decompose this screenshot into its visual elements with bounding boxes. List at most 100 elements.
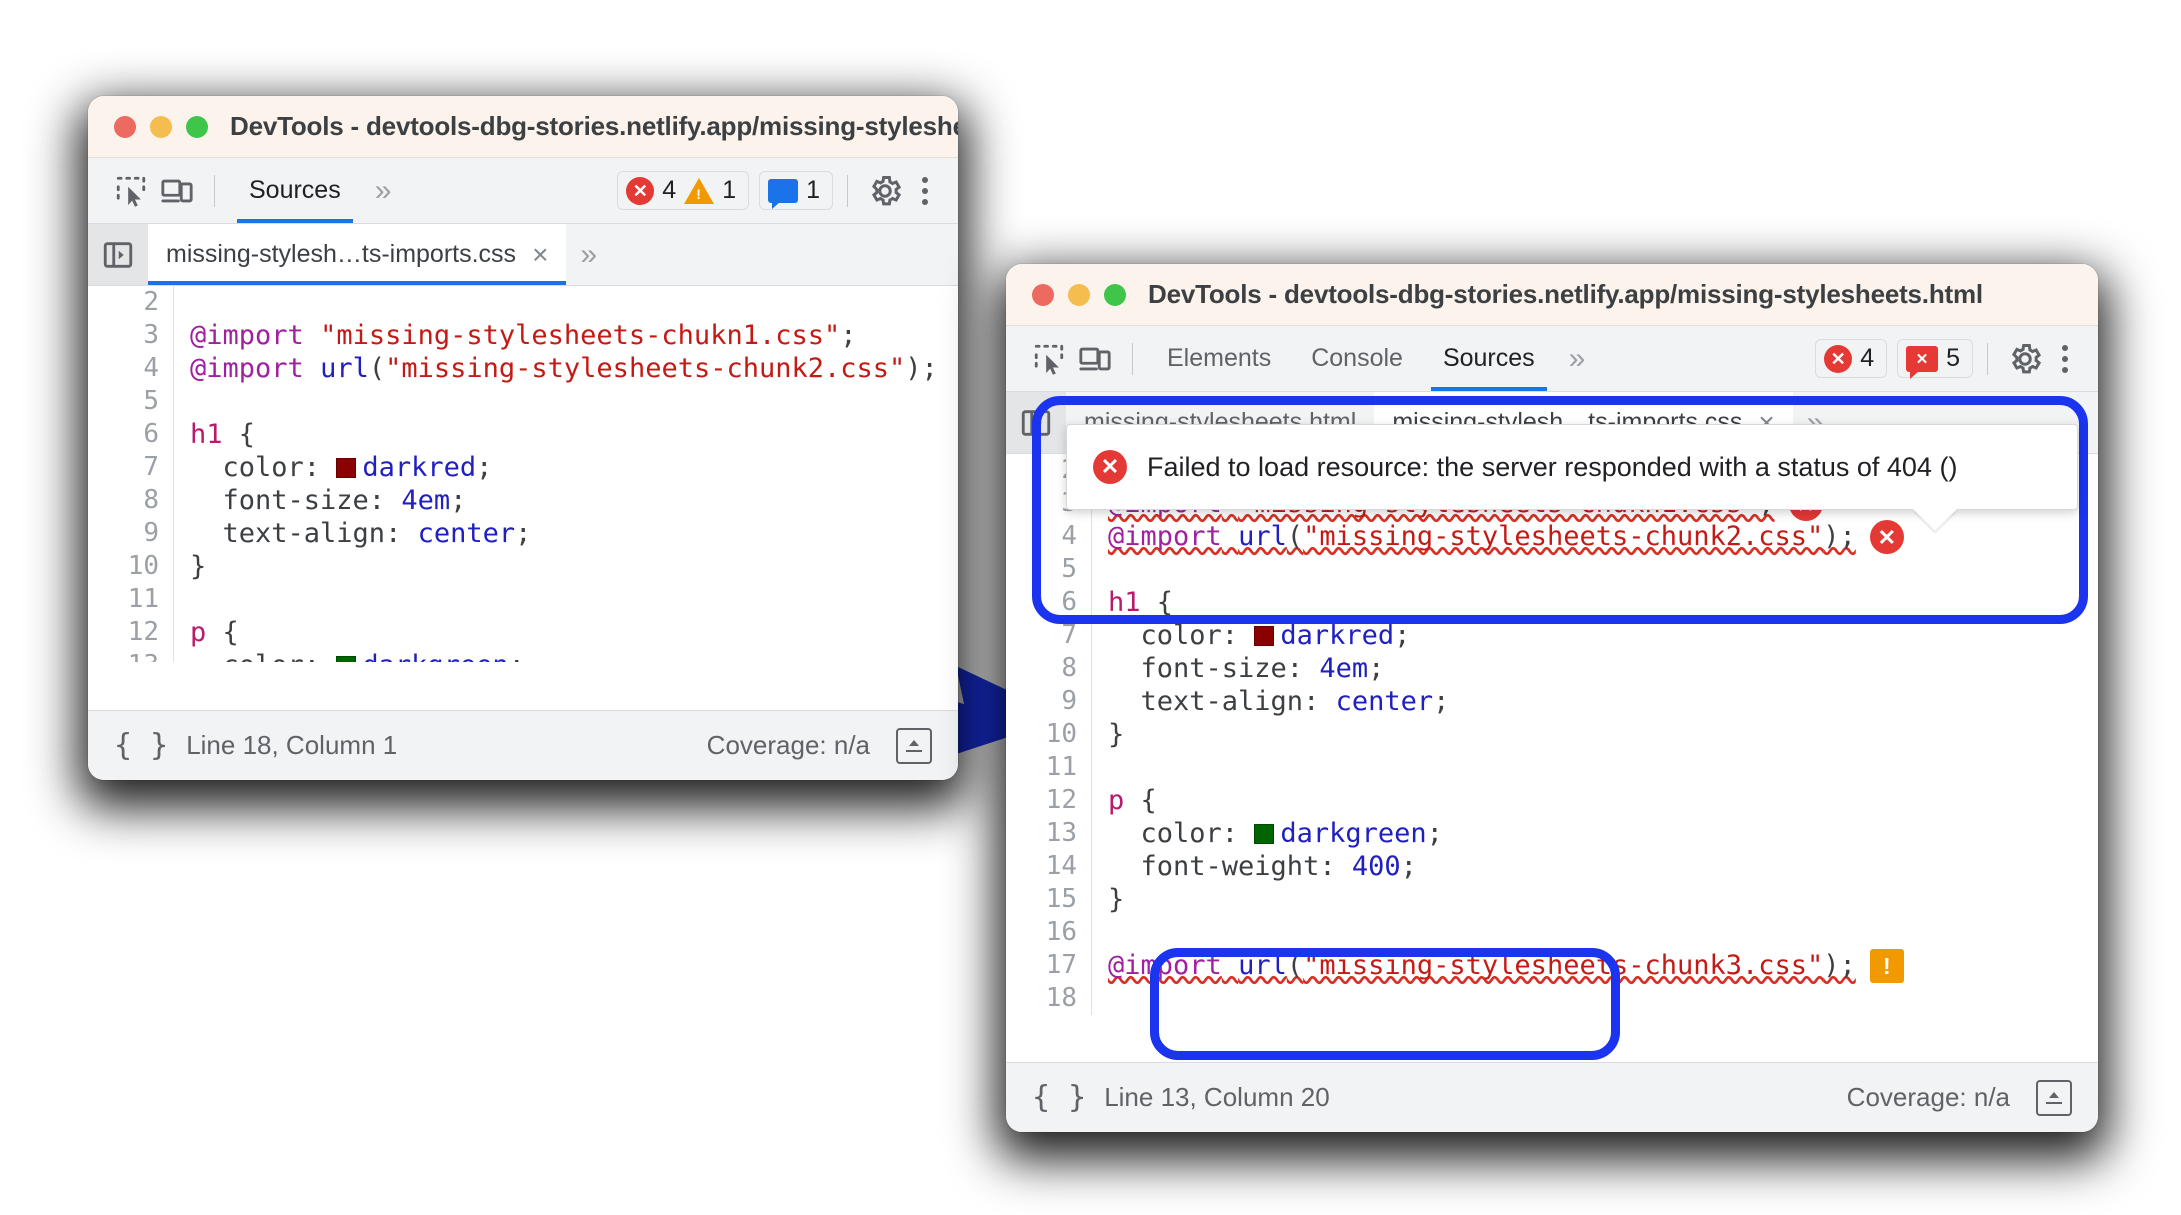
code-line-text[interactable]: h1 { — [190, 418, 255, 451]
code-line[interactable]: 15} — [1006, 883, 2098, 916]
show-navigator-icon[interactable] — [1006, 392, 1066, 453]
window1-issue-badges[interactable]: ✕ 4 1 1 — [617, 171, 833, 210]
close-window-button[interactable] — [114, 115, 136, 138]
error-warning-badge-group[interactable]: ✕ 4 1 — [617, 171, 750, 210]
code-token: 4em — [1319, 653, 1369, 684]
maximize-window-button[interactable] — [186, 115, 208, 138]
code-line[interactable]: 2 — [88, 286, 958, 319]
code-line[interactable]: 13 color: darkgreen; — [88, 649, 958, 662]
close-window-button[interactable] — [1032, 283, 1054, 306]
pretty-print-icon[interactable]: { } — [114, 728, 168, 763]
window2-traffic-lights[interactable] — [1032, 283, 1126, 306]
color-swatch-darkred[interactable] — [336, 458, 357, 478]
code-line[interactable]: 14 font-weight: 400; — [1006, 850, 2098, 883]
gear-icon[interactable] — [862, 168, 908, 214]
file-tab-imports-css[interactable]: missing-stylesh…ts-imports.css × — [148, 224, 567, 285]
code-line-text[interactable]: font-size: 4em; — [1108, 652, 1385, 685]
code-line[interactable]: 5 — [1006, 553, 2098, 586]
window1-code-editor[interactable]: 2 3 @import "missing-stylesheets-chukn1.cs… — [88, 286, 958, 662]
inspect-element-icon[interactable] — [108, 168, 154, 214]
code-line-text[interactable]: color: darkgreen; — [1108, 817, 1443, 850]
code-line[interactable]: 3 @import "missing-stylesheets-chukn1.css… — [88, 319, 958, 352]
code-line-text[interactable]: color: darkred; — [1108, 619, 1411, 652]
message-badge[interactable]: 1 — [759, 171, 833, 210]
color-swatch-darkred[interactable] — [1254, 626, 1275, 646]
code-line-text[interactable]: } — [1108, 718, 1124, 751]
code-line[interactable]: 6 h1 { — [88, 418, 958, 451]
code-line[interactable]: 18 — [1006, 982, 2098, 1015]
tab-sources[interactable]: Sources — [1423, 326, 1555, 391]
code-line[interactable]: 16 — [1006, 916, 2098, 949]
code-line-text[interactable]: p { — [1108, 784, 1157, 817]
code-line[interactable]: 17 @import url("missing-stylesheets-chunk… — [1006, 949, 2098, 983]
inline-error-icon[interactable]: ✕ — [1869, 520, 1904, 554]
inline-warning-icon[interactable]: ! — [1869, 949, 1904, 983]
code-line[interactable]: 11 — [88, 583, 958, 616]
code-line-text[interactable]: p { — [190, 616, 239, 649]
code-line[interactable]: 8 font-size: 4em; — [1006, 652, 2098, 685]
more-panels-icon[interactable]: » — [361, 175, 406, 206]
devtools-window-before[interactable]: DevTools - devtools-dbg-stories.netlify.… — [88, 96, 958, 780]
gear-icon[interactable] — [2002, 336, 2048, 382]
code-line[interactable]: 7 color: darkred; — [1006, 619, 2098, 652]
tab-console[interactable]: Console — [1291, 326, 1423, 391]
kebab-icon[interactable] — [908, 176, 942, 205]
close-icon[interactable]: × — [532, 240, 548, 269]
device-toolbar-icon[interactable] — [154, 168, 200, 214]
drawer-toggle-icon[interactable] — [2036, 1079, 2072, 1116]
code-token: ; — [476, 452, 493, 483]
code-line-text[interactable]: font-size: 4em; — [190, 484, 467, 517]
window2-panel-tabs[interactable]: Elements Console Sources » — [1147, 326, 1599, 391]
code-line[interactable]: 10} — [1006, 718, 2098, 751]
code-line-text[interactable]: } — [1108, 883, 1124, 916]
tab-elements[interactable]: Elements — [1147, 326, 1291, 391]
window2-code-editor[interactable]: 23@import "missing-stylesheets-chukn1.cs… — [1006, 454, 2098, 1052]
code-line-text[interactable]: @import "missing-stylesheets-chukn1.css"… — [190, 319, 857, 352]
color-swatch-darkgreen[interactable] — [1254, 824, 1275, 844]
code-line[interactable]: 5 — [88, 385, 958, 418]
code-line-text[interactable]: color: darkred; — [190, 451, 493, 484]
code-token: } — [1108, 884, 1125, 915]
color-swatch-darkgreen[interactable] — [336, 656, 357, 662]
code-line-text[interactable]: font-weight: 400; — [1108, 850, 1417, 883]
code-line[interactable]: 7 color: darkred; — [88, 451, 958, 484]
code-line-text[interactable]: text-align: center; — [1108, 685, 1450, 718]
code-line-text[interactable]: h1 { — [1108, 586, 1173, 619]
maximize-window-button[interactable] — [1104, 283, 1126, 306]
code-line[interactable]: 10} — [88, 550, 958, 583]
code-line[interactable]: 13 color: darkgreen; — [1006, 817, 2098, 850]
code-line[interactable]: 4 @import url("missing-stylesheets-chunk2… — [88, 352, 958, 385]
minimize-window-button[interactable] — [1068, 283, 1090, 306]
devtools-window-after[interactable]: DevTools - devtools-dbg-stories.netlify.… — [1006, 264, 2098, 1132]
code-line[interactable]: 8 font-size: 4em; — [88, 484, 958, 517]
drawer-toggle-icon[interactable] — [896, 727, 932, 764]
code-line[interactable]: 9 text-align: center; — [1006, 685, 2098, 718]
tab-sources[interactable]: Sources — [229, 158, 361, 223]
window1-panel-tabs[interactable]: Sources » — [229, 158, 405, 223]
code-line-text[interactable]: text-align: center; — [190, 517, 532, 550]
code-line-text[interactable]: color: darkgreen; — [190, 649, 525, 662]
pretty-print-icon[interactable]: { } — [1032, 1080, 1086, 1115]
code-line[interactable]: 12 p { — [1006, 784, 2098, 817]
code-line-text[interactable]: @import url("missing-stylesheets-chunk3.… — [1108, 949, 1856, 982]
device-toolbar-icon[interactable] — [1072, 336, 1118, 382]
more-panels-icon[interactable]: » — [1555, 343, 1600, 374]
issues-badge[interactable]: ✕ 5 — [1897, 339, 1973, 379]
show-navigator-icon[interactable] — [88, 224, 148, 285]
code-line[interactable]: 11 — [1006, 751, 2098, 784]
more-file-tabs-icon[interactable]: » — [566, 224, 611, 285]
code-line[interactable]: 9 text-align: center; — [88, 517, 958, 550]
code-line-text[interactable]: @import url("missing-stylesheets-chunk2.… — [190, 352, 938, 385]
window2-issue-badges[interactable]: ✕ 4 ✕ 5 — [1815, 339, 1973, 379]
inspect-element-icon[interactable] — [1026, 336, 1072, 382]
line-number: 15 — [1006, 883, 1092, 916]
window1-traffic-lights[interactable] — [114, 115, 208, 138]
code-line-text[interactable]: @import url("missing-stylesheets-chunk2.… — [1108, 520, 1856, 553]
error-badge[interactable]: ✕ 4 — [1815, 339, 1888, 378]
kebab-icon[interactable] — [2048, 344, 2082, 373]
code-line-text[interactable]: } — [190, 550, 206, 583]
code-line[interactable]: 6 h1 { — [1006, 586, 2098, 619]
code-line[interactable]: 12 p { — [88, 616, 958, 649]
window1-file-tabs[interactable]: missing-stylesh…ts-imports.css × » — [88, 224, 958, 286]
minimize-window-button[interactable] — [150, 115, 172, 138]
